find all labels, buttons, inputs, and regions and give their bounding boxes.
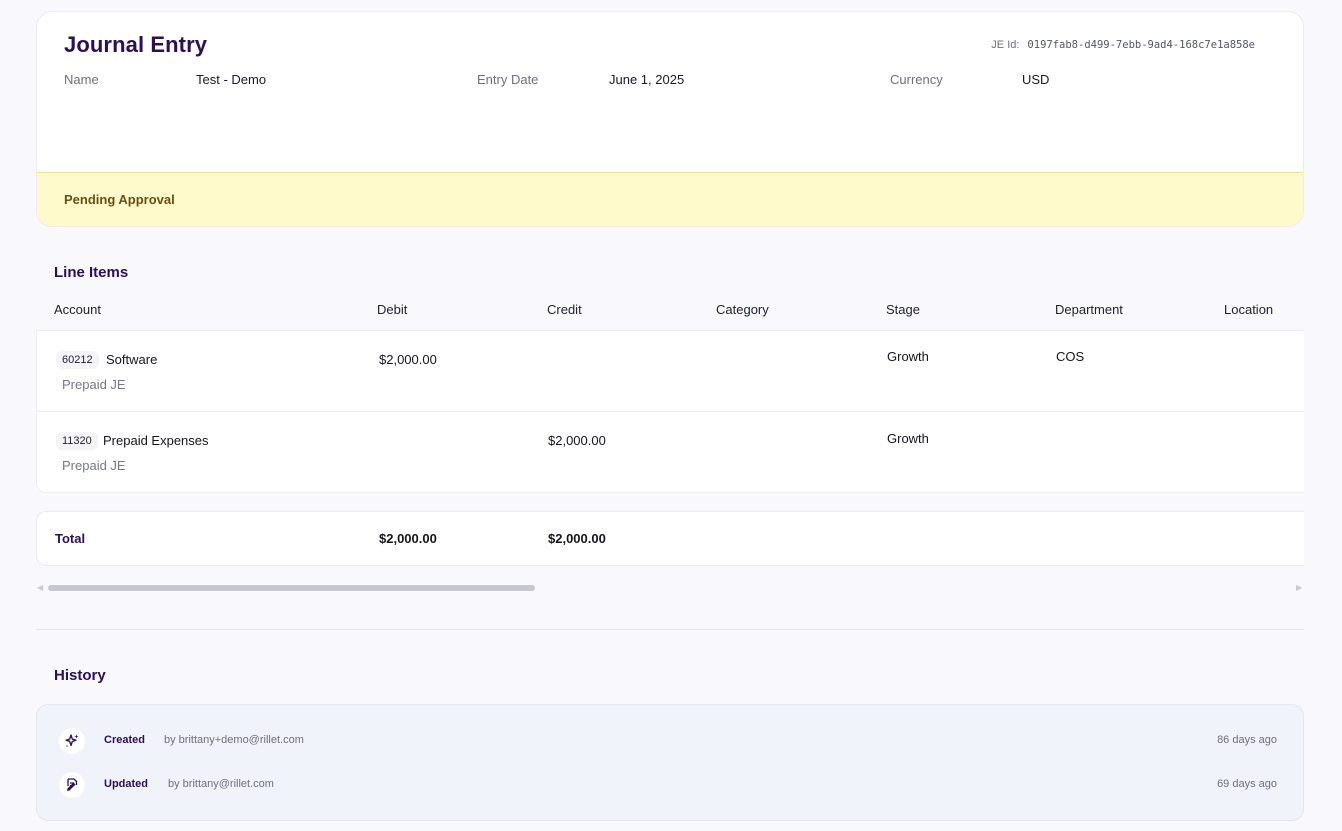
history-user: by brittany+demo@rillet.com	[164, 734, 304, 746]
row-divider	[37, 411, 1304, 412]
currency-value: USD	[1022, 72, 1050, 87]
account-name: Software	[106, 352, 158, 367]
line-items-table: 60212 Software Prepaid JE $2,000.00 Grow…	[36, 330, 1304, 493]
stage-cell: Growth	[887, 431, 929, 446]
entry-date-value: June 1, 2025	[609, 72, 685, 87]
account-code: 11320	[56, 432, 98, 450]
journal-entry-header-card: Journal Entry JE Id: 0197fab8-d499-7ebb-…	[36, 11, 1304, 227]
page-title: Journal Entry	[64, 32, 208, 57]
column-header-debit: Debit	[377, 302, 408, 317]
status-text: Pending Approval	[64, 192, 175, 207]
total-credit: $2,000.00	[548, 531, 606, 546]
history-title: History	[54, 667, 106, 684]
column-header-department: Department	[1055, 302, 1123, 317]
history-user: by brittany@rillet.com	[168, 778, 274, 790]
history-action: Updated	[104, 778, 148, 790]
history-list: Created by brittany+demo@rillet.com 86 d…	[36, 704, 1304, 821]
name-label: Name	[64, 72, 99, 87]
account-name: Prepaid Expenses	[103, 433, 209, 448]
sparkle-icon	[59, 728, 85, 754]
history-time: 69 days ago	[1217, 778, 1277, 790]
column-header-location: Location	[1224, 302, 1274, 317]
je-id: JE Id: 0197fab8-d499-7ebb-9ad4-168c7e1a8…	[991, 39, 1255, 51]
column-header-stage: Stage	[886, 302, 920, 317]
stage-cell: Growth	[887, 349, 929, 364]
line-memo: Prepaid JE	[62, 458, 126, 473]
total-label: Total	[55, 531, 86, 546]
line-memo: Prepaid JE	[62, 377, 126, 392]
currency-label: Currency	[890, 72, 943, 87]
document-edit-icon	[59, 772, 85, 798]
scroll-right-arrow-icon[interactable]: ▶	[1296, 583, 1302, 592]
je-id-label: JE Id:	[991, 39, 1020, 51]
credit-cell: $2,000.00	[548, 433, 606, 448]
column-header-credit: Credit	[547, 302, 582, 317]
line-items-title: Line Items	[54, 264, 129, 281]
column-header-account: Account	[54, 302, 101, 317]
je-id-value: 0197fab8-d499-7ebb-9ad4-168c7e1a858e	[1027, 39, 1255, 51]
history-time: 86 days ago	[1217, 734, 1277, 746]
section-divider	[36, 629, 1304, 630]
debit-cell: $2,000.00	[379, 352, 437, 367]
name-value: Test - Demo	[196, 72, 267, 87]
department-cell: COS	[1056, 349, 1085, 364]
total-row: Total $2,000.00 $2,000.00	[36, 511, 1304, 566]
entry-date-label: Entry Date	[477, 72, 539, 87]
column-header-category: Category	[716, 302, 769, 317]
total-debit: $2,000.00	[379, 531, 437, 546]
history-action: Created	[104, 734, 145, 746]
account-code: 60212	[56, 351, 99, 369]
status-banner: Pending Approval	[37, 172, 1303, 226]
horizontal-scrollbar[interactable]	[48, 585, 535, 591]
scroll-left-arrow-icon[interactable]: ◀	[37, 583, 43, 592]
